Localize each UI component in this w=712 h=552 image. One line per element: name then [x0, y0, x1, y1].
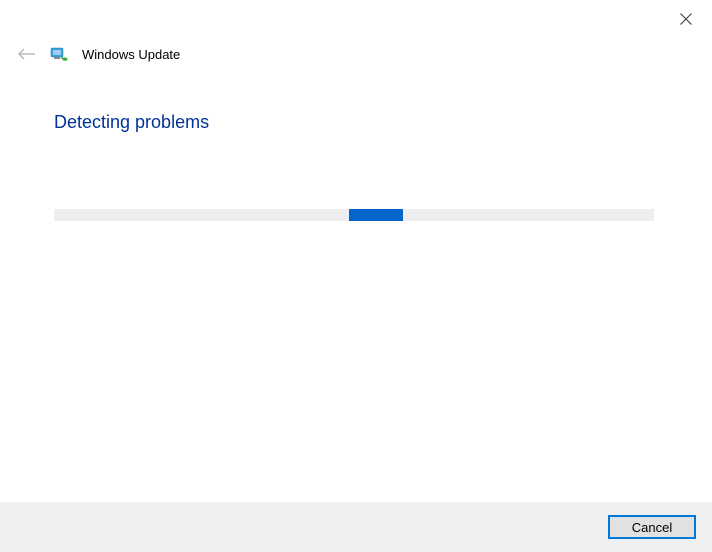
close-button[interactable]	[664, 4, 708, 34]
header: Windows Update	[18, 46, 180, 62]
troubleshooter-icon	[50, 46, 68, 62]
close-icon	[680, 13, 692, 25]
arrow-left-icon	[18, 47, 36, 61]
progress-bar	[54, 209, 654, 221]
app-title: Windows Update	[82, 47, 180, 62]
footer: Cancel	[0, 502, 712, 552]
back-button	[18, 47, 36, 61]
cancel-button[interactable]: Cancel	[608, 515, 696, 539]
progress-fill	[349, 209, 403, 221]
page-heading: Detecting problems	[54, 112, 209, 133]
titlebar	[0, 0, 712, 40]
